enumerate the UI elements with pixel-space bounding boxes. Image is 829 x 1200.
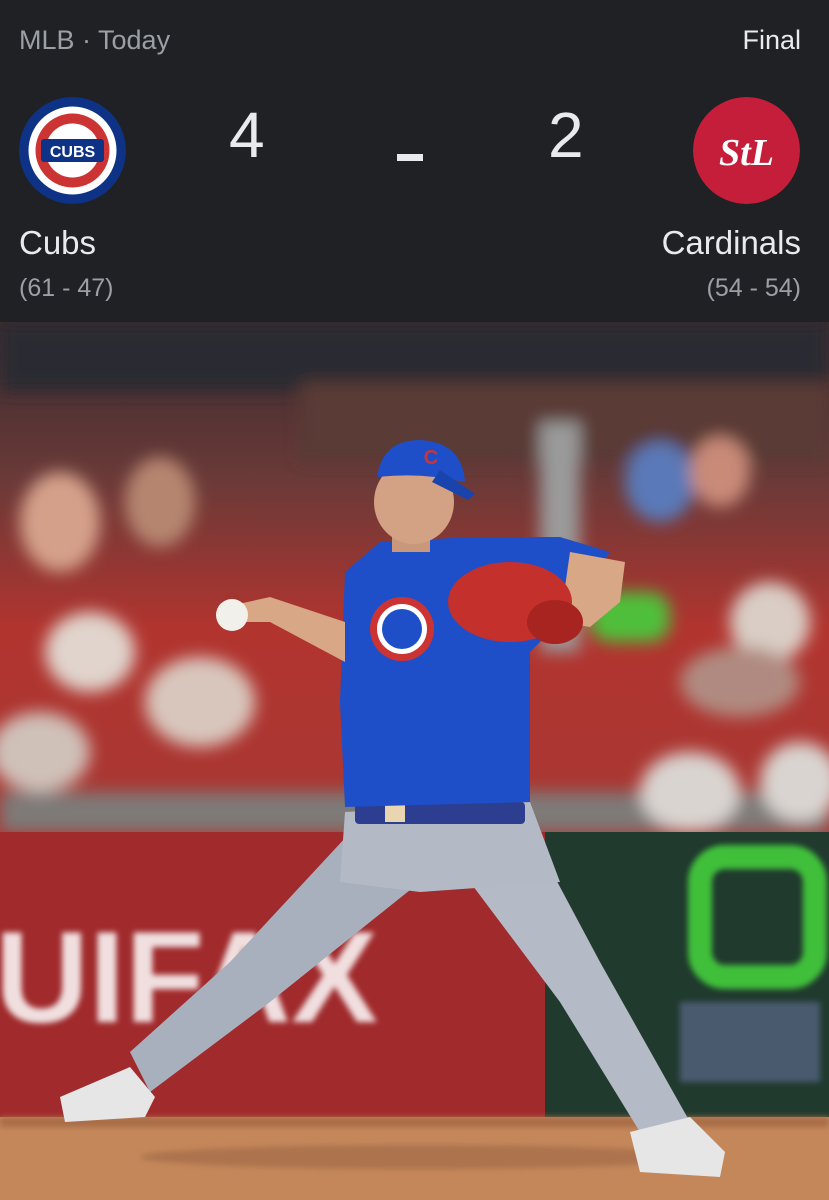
cardinals-logo-icon[interactable]: StL bbox=[693, 97, 800, 204]
away-score: 2 bbox=[548, 99, 584, 171]
cardinals-logo-text: StL bbox=[719, 132, 774, 174]
home-team-name[interactable]: Cubs bbox=[19, 224, 96, 262]
cubs-logo-icon[interactable]: CUBS bbox=[19, 97, 126, 204]
away-team-name[interactable]: Cardinals bbox=[662, 224, 801, 262]
game-score-card[interactable]: MLB · Today Final CUBS 4 2 StL Cubs Card… bbox=[0, 0, 829, 322]
game-status: Final bbox=[742, 24, 801, 55]
home-team-record: (61 - 47) bbox=[19, 274, 114, 302]
home-score: 4 bbox=[229, 99, 265, 171]
game-meta-row: MLB · Today Final bbox=[19, 22, 801, 58]
score-separator bbox=[397, 154, 423, 161]
cubs-logo-text: CUBS bbox=[50, 144, 96, 161]
game-photo[interactable]: UIFAX C bbox=[0, 322, 829, 1200]
league-label[interactable]: MLB · Today bbox=[19, 25, 170, 56]
away-team-record: (54 - 54) bbox=[706, 274, 801, 302]
svg-text:C: C bbox=[424, 447, 438, 469]
